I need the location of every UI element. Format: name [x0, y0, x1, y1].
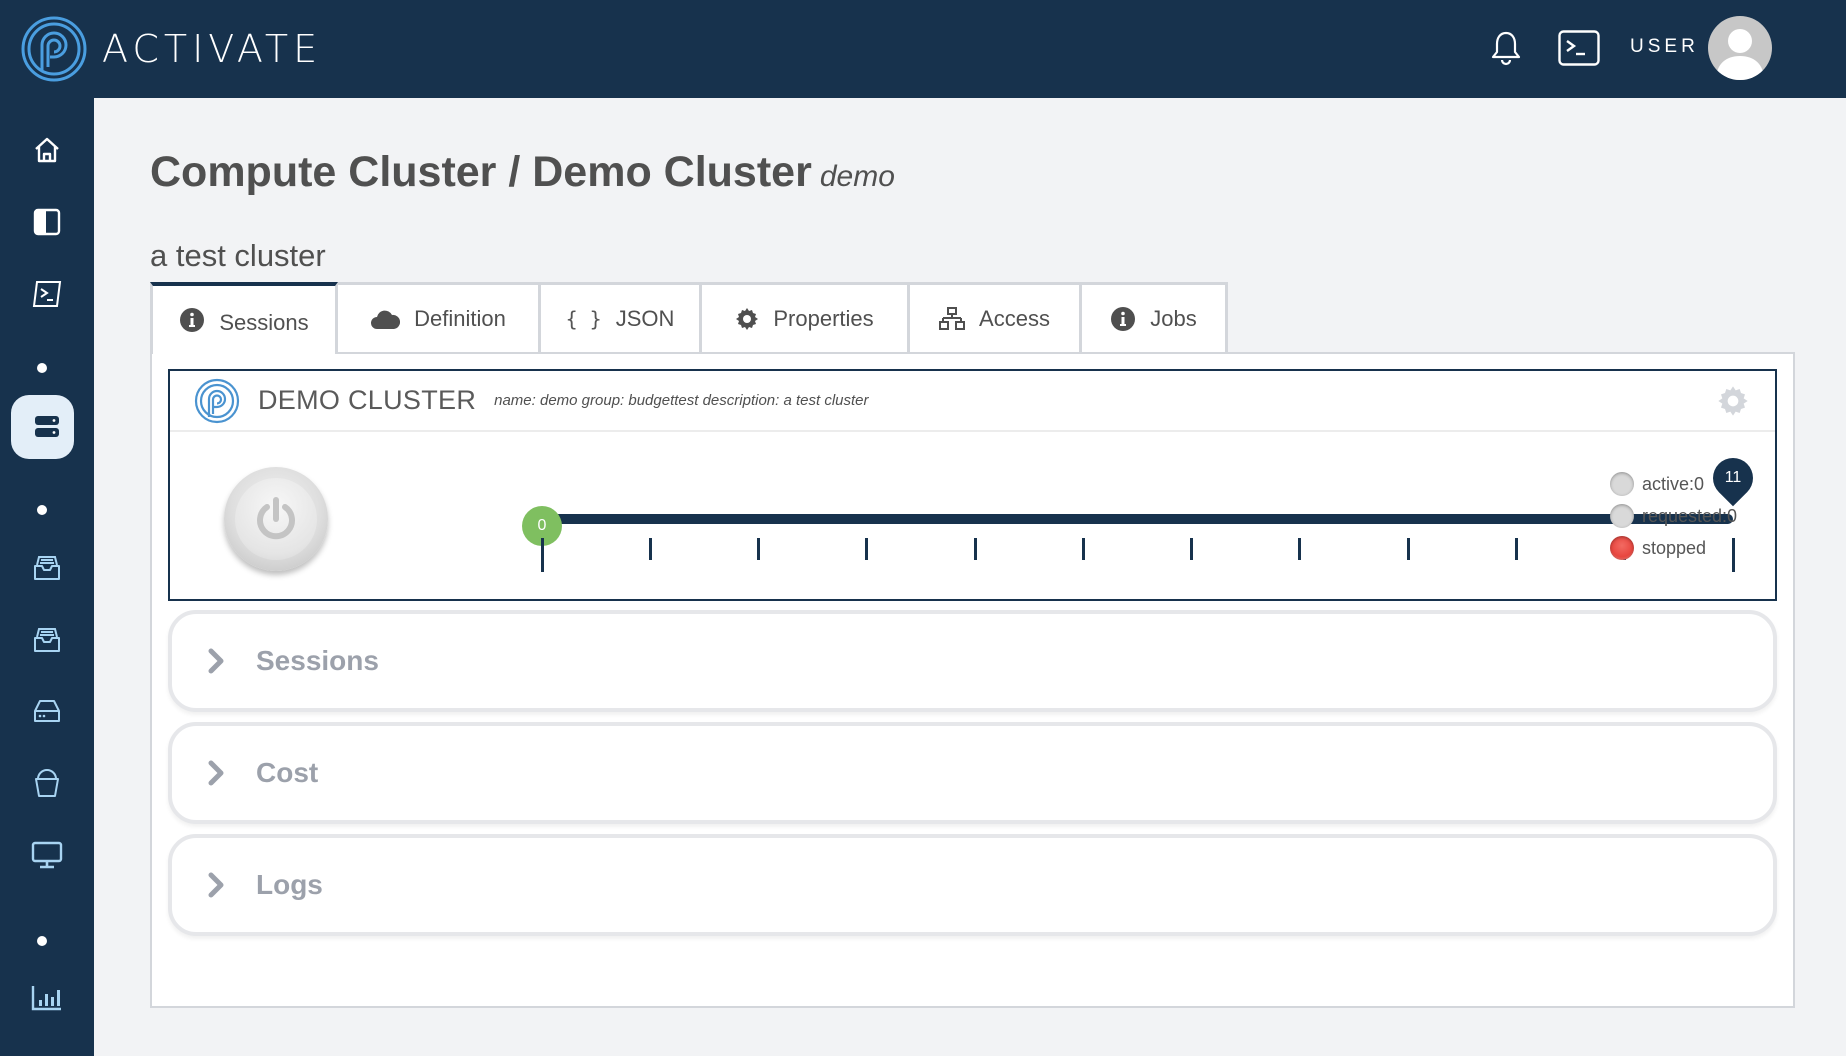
- chevron-right-icon: [208, 648, 224, 674]
- gear-icon: [736, 307, 759, 330]
- info-icon: [180, 308, 205, 332]
- status-requested: requested:0: [1610, 500, 1737, 532]
- sidebar-separator-dot: [37, 363, 47, 373]
- status-indicator-stopped: [1610, 536, 1634, 560]
- sidebar-item-disk[interactable]: [0, 685, 94, 737]
- logo-icon: [21, 16, 87, 82]
- tab-jobs[interactable]: Jobs: [1079, 282, 1228, 352]
- user-avatar[interactable]: [1708, 16, 1772, 80]
- sidebar-item-storage-1[interactable]: [0, 542, 94, 594]
- slider-tick: [973, 538, 977, 560]
- status-legend: active:0 requested:0 stopped: [1610, 468, 1737, 564]
- page-title: Compute Cluster / Demo Cluster demo: [150, 148, 895, 197]
- home-icon: [35, 137, 59, 163]
- chevron-right-icon: [208, 760, 224, 786]
- terminal-button[interactable]: [1558, 30, 1600, 66]
- tab-json[interactable]: { } JSON: [538, 282, 702, 352]
- inbox-tray-icon: [34, 628, 60, 652]
- page-subtitle: demo: [819, 160, 895, 193]
- slider-tick: [1190, 538, 1194, 560]
- server-icon: [35, 416, 59, 437]
- sidebar-item-home[interactable]: [0, 124, 94, 176]
- accordion-cost[interactable]: Cost: [168, 722, 1777, 824]
- accordion-logs[interactable]: Logs: [168, 834, 1777, 936]
- brand-logo[interactable]: ACTIVATE: [20, 15, 322, 83]
- sidebar: [0, 98, 94, 1056]
- user-icon: [1716, 29, 1764, 80]
- slider-tick: [540, 538, 544, 572]
- status-stopped: stopped: [1610, 532, 1737, 564]
- network-icon: [939, 306, 966, 330]
- sidebar-toggle-icon: [33, 208, 61, 236]
- slider-tick: [1406, 538, 1410, 560]
- tab-access[interactable]: Access: [907, 282, 1082, 352]
- tab-definition[interactable]: Definition: [335, 282, 541, 352]
- accordion-sessions[interactable]: Sessions: [168, 610, 1777, 712]
- slider-track[interactable]: [542, 514, 1733, 524]
- bar-chart-icon: [31, 986, 61, 1011]
- status-active: active:0: [1610, 468, 1737, 500]
- bucket-icon: [35, 769, 59, 797]
- sidebar-item-desktop[interactable]: [0, 829, 94, 881]
- sidebar-item-panel[interactable]: [0, 196, 94, 248]
- slider-tick: [1081, 538, 1085, 560]
- hard-drive-icon: [34, 700, 60, 722]
- tab-bar: Sessions Definition { } JSON Properties …: [150, 282, 1228, 354]
- braces-icon: { }: [565, 306, 602, 331]
- terminal-icon: [32, 281, 62, 307]
- sidebar-separator-dot: [37, 505, 47, 515]
- sidebar-separator-dot: [37, 936, 47, 946]
- cluster-description: a test cluster: [150, 238, 326, 273]
- monitor-icon: [31, 841, 63, 869]
- slider-tick: [1514, 538, 1518, 560]
- user-label[interactable]: USER: [1630, 36, 1699, 58]
- notifications-button[interactable]: [1490, 30, 1522, 66]
- slider-tick: [648, 538, 652, 560]
- brand-name: ACTIVATE: [102, 27, 323, 71]
- tab-sessions[interactable]: Sessions: [150, 282, 338, 354]
- top-bar: ACTIVATE USER: [0, 0, 1846, 98]
- node-range-slider[interactable]: 0 11: [170, 371, 1775, 599]
- cloud-icon: [371, 310, 401, 329]
- chevron-right-icon: [208, 872, 224, 898]
- sidebar-item-compute[interactable]: [0, 395, 94, 459]
- slider-tick: [757, 538, 761, 560]
- info-icon: [1111, 306, 1136, 331]
- sidebar-item-storage-2[interactable]: [0, 614, 94, 666]
- slider-tick: [1298, 538, 1302, 560]
- sidebar-item-reports[interactable]: [0, 972, 94, 1024]
- inbox-tray-icon: [34, 556, 60, 580]
- breadcrumb-title: Compute Cluster / Demo Cluster: [150, 148, 812, 196]
- sidebar-item-bucket[interactable]: [0, 757, 94, 809]
- status-indicator-active: [1610, 472, 1634, 496]
- slider-tick: [865, 538, 869, 560]
- terminal-icon: [1558, 30, 1600, 66]
- tab-properties[interactable]: Properties: [699, 282, 910, 352]
- bell-icon: [1491, 31, 1521, 66]
- sidebar-item-terminal[interactable]: [0, 268, 94, 320]
- status-indicator-requested: [1610, 504, 1634, 528]
- cluster-card: DEMO CLUSTER name: demo group: budgettes…: [168, 369, 1777, 601]
